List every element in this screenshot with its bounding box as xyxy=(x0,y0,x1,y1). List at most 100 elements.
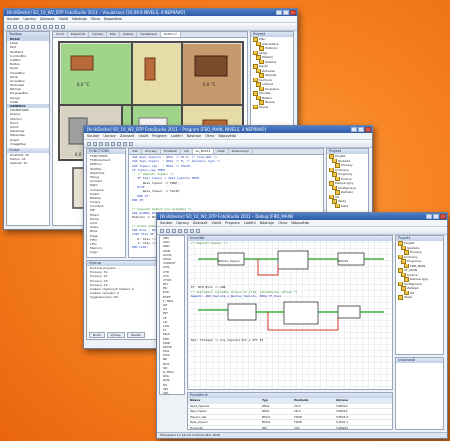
tree-item[interactable]: Sauna xyxy=(251,104,293,109)
menu-item[interactable]: Soubor xyxy=(7,16,19,22)
watch-column-header[interactable]: Adresa xyxy=(334,398,376,403)
tab[interactable]: AL_BS471 xyxy=(192,149,215,154)
watch-column-header[interactable]: Název xyxy=(188,398,260,403)
close-button[interactable] xyxy=(290,10,296,15)
tab[interactable]: Procesy xyxy=(142,149,161,154)
menu-item[interactable]: Nápověda xyxy=(104,16,122,22)
output-tab-button[interactable]: Výstup xyxy=(106,332,125,338)
menu-item[interactable]: Nástroje xyxy=(260,220,275,226)
new-icon[interactable] xyxy=(87,141,91,146)
menu-item[interactable]: Nástroje xyxy=(72,16,87,22)
copy-icon[interactable] xyxy=(31,24,35,29)
grid-icon[interactable] xyxy=(61,24,65,29)
open-icon[interactable] xyxy=(166,228,170,233)
stop-icon[interactable] xyxy=(190,228,194,233)
menu-item[interactable]: Program xyxy=(152,133,167,139)
menu-item[interactable]: Ladění xyxy=(171,133,183,139)
tab[interactable]: Lib xyxy=(181,149,193,154)
build-icon[interactable] xyxy=(105,141,109,146)
open-icon[interactable] xyxy=(13,24,17,29)
minimize-button[interactable] xyxy=(276,10,282,15)
watch-column-header[interactable]: Hodnota xyxy=(292,398,334,403)
menu-item[interactable]: Okno xyxy=(91,16,100,22)
maximize-button[interactable] xyxy=(433,214,439,219)
menu-item[interactable]: Nápověda xyxy=(218,133,236,139)
tab[interactable]: Vizu xyxy=(129,149,143,154)
watch-cell: BOOL xyxy=(262,414,271,419)
watch-column-header[interactable]: Typ xyxy=(260,398,292,403)
window-visualization-titlebar[interactable]: [KnihDeshe] SO_10_W2_BTP FotoStudio 2011… xyxy=(4,9,297,16)
library-item[interactable]: Logic xyxy=(87,250,125,254)
watch-cell: Tepl_topeni xyxy=(190,409,207,413)
tab[interactable]: Úvod xyxy=(53,32,68,37)
save-icon[interactable] xyxy=(19,24,23,29)
window-program-titlebar[interactable]: [KnihDeshe] SO_10_W2_BTP FotoStudio 2011… xyxy=(84,126,372,133)
new-icon[interactable] xyxy=(7,24,11,29)
undo-icon[interactable] xyxy=(43,24,47,29)
property-line: Velikost: 10 xyxy=(10,161,28,166)
watch-cell: REAL xyxy=(262,403,270,408)
tree-item[interactable]: Tasky xyxy=(396,295,443,300)
tab[interactable]: Data xyxy=(214,149,229,154)
minimize-button[interactable] xyxy=(351,127,357,132)
fbd-diagram[interactable]: Inventář (* Zapnutí topení *) BOOL1_Tope… xyxy=(187,235,393,390)
menu-item[interactable]: Zobrazit xyxy=(120,133,135,139)
save-icon[interactable] xyxy=(172,228,176,233)
menu-item[interactable]: Nápověda xyxy=(291,220,309,226)
properties-title: Vlastnosti xyxy=(396,358,443,363)
tab[interactable]: Podkroví xyxy=(160,32,181,37)
step-icon[interactable] xyxy=(123,141,127,146)
save-icon[interactable] xyxy=(99,141,103,146)
menu-item[interactable]: Okno xyxy=(278,220,287,226)
menu-item[interactable]: Soubor xyxy=(160,220,172,226)
tab[interactable]: Dokumenty xyxy=(229,149,253,154)
new-icon[interactable] xyxy=(160,228,164,233)
menu-item[interactable]: Vložit xyxy=(58,16,68,22)
tab[interactable]: Vizualizace xyxy=(137,32,161,37)
watch-row[interactable]: Hodnota INT 152 %MW20 xyxy=(188,425,392,430)
watch-cell: %MD10 xyxy=(336,403,348,408)
watch-cell: Topeni_zap xyxy=(190,414,207,419)
zoom-icon[interactable] xyxy=(55,24,59,29)
menu-item[interactable]: Okno xyxy=(205,133,214,139)
run-icon[interactable] xyxy=(111,141,115,146)
cut-icon[interactable] xyxy=(25,24,29,29)
menu-item[interactable]: Vložit xyxy=(211,220,221,226)
menu-item[interactable]: Zobrazit xyxy=(40,16,55,22)
open-icon[interactable] xyxy=(93,141,97,146)
monitor-icon[interactable] xyxy=(196,228,200,233)
menu-item[interactable]: Ladění xyxy=(244,220,256,226)
output-tab-button[interactable]: Hledat xyxy=(126,332,145,338)
watch-cell: Hodnota xyxy=(190,425,203,430)
redo-icon[interactable] xyxy=(49,24,53,29)
menu-item[interactable]: Nástroje xyxy=(187,133,202,139)
build-icon[interactable] xyxy=(178,228,182,233)
stop-icon[interactable] xyxy=(117,141,121,146)
close-button[interactable] xyxy=(440,214,446,219)
toolbox-item[interactable]: ImageMap xyxy=(7,142,49,146)
tab[interactable]: Jídelna xyxy=(120,32,138,37)
menu-item[interactable]: Vložit xyxy=(138,133,148,139)
run-icon[interactable] xyxy=(184,228,188,233)
menu-item[interactable]: Soubor xyxy=(87,133,99,139)
menu-item[interactable]: Úpravy xyxy=(103,133,116,139)
output-tab-button[interactable]: Build xyxy=(89,332,105,338)
breakpoint-icon[interactable] xyxy=(129,141,133,146)
paste-icon[interactable] xyxy=(37,24,41,29)
menu-item[interactable]: Zobrazit xyxy=(193,220,208,226)
window-debug-titlebar[interactable]: [KnihDeshe] SO_10_W2_BTP FotoStudio 2011… xyxy=(157,213,447,220)
maximize-button[interactable] xyxy=(358,127,364,132)
close-button[interactable] xyxy=(365,127,371,132)
fbd-label-2: BOOL2 xyxy=(338,259,349,263)
menu-item[interactable]: Úpravy xyxy=(23,16,36,22)
maximize-button[interactable] xyxy=(283,10,289,15)
menu-item[interactable]: Úpravy xyxy=(176,220,189,226)
tree-item[interactable]: Data xyxy=(327,203,368,208)
tab[interactable]: Plán xyxy=(107,32,121,37)
tab[interactable]: Prostředí xyxy=(161,149,182,154)
tab[interactable]: Dispečink xyxy=(68,32,90,37)
tab[interactable]: Výroba xyxy=(89,32,107,37)
menu-item[interactable]: Program xyxy=(225,220,240,226)
minimize-button[interactable] xyxy=(426,214,432,219)
watch-cell: 152 xyxy=(294,425,300,430)
